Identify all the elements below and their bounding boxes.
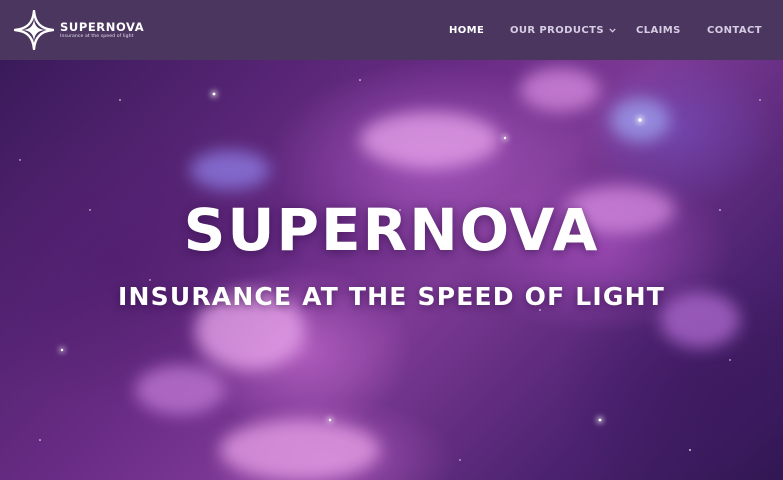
four-point-star-icon [14, 10, 54, 50]
hero-section: SUPERNOVA INSURANCE AT THE SPEED OF LIGH… [0, 60, 783, 480]
site-header: SUPERNOVA Insurance at the speed of ligh… [0, 0, 783, 60]
nav-item-home[interactable]: HOME [449, 25, 484, 36]
chevron-down-icon [609, 27, 616, 33]
nav-item-our-products[interactable]: OUR PRODUCTS [510, 25, 616, 36]
nav-item-label: OUR PRODUCTS [510, 24, 604, 36]
hero-subtitle: INSURANCE AT THE SPEED OF LIGHT [117, 282, 665, 311]
nav-item-claims[interactable]: CLAIMS [636, 25, 681, 36]
brand-name: SUPERNOVA [60, 19, 145, 34]
hero-title: SUPERNOVA [183, 196, 600, 264]
brand-text: SUPERNOVA Insurance at the speed of ligh… [60, 19, 145, 40]
brand-tagline: Insurance at the speed of light [60, 33, 134, 39]
nebula-background [19, 68, 761, 480]
brand-logo-link[interactable]: SUPERNOVA Insurance at the speed of ligh… [14, 10, 144, 50]
nav-item-contact[interactable]: CONTACT [707, 25, 762, 36]
